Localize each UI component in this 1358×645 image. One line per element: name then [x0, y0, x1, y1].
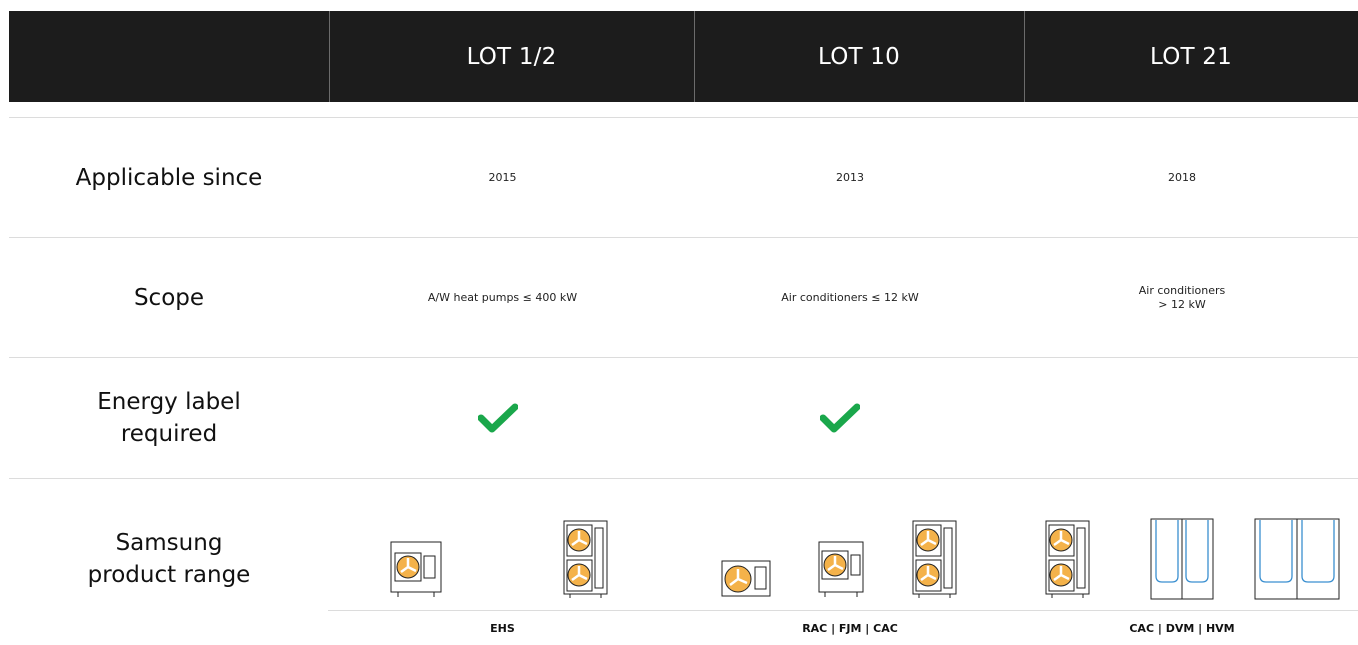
cell-text-line: > 12 kW [1158, 297, 1206, 311]
row-label-text: Samsung [115, 530, 223, 556]
row-label-text: Energy label [97, 389, 241, 415]
header-col-lot-10: LOT 10 [818, 43, 900, 70]
header-col-lot-21: LOT 21 [1150, 43, 1232, 70]
cell-text-line: Air conditioners [1138, 283, 1226, 297]
cell-text: 2015 [488, 170, 517, 184]
category-label-cac-dvm-hvm: CAC | DVM | HVM [1129, 621, 1235, 635]
table-header: LOT 1/2 LOT 10 LOT 21 [9, 11, 1358, 102]
cell-lot-10-scope: Air conditioners ≤ 12 kW [685, 238, 1015, 357]
category-label-rac-fjm-cac: RAC | FJM | CAC [802, 621, 898, 635]
outdoor-unit-tall-icon [563, 520, 608, 598]
outdoor-unit-small-icon [390, 541, 442, 597]
hvm-unit-icon [1254, 518, 1340, 600]
category-separator [328, 610, 1358, 611]
header-divider [1024, 11, 1025, 102]
category-label-ehs: EHS [490, 621, 515, 635]
row-label-text: Applicable since [75, 164, 263, 191]
row-label-text: product range [87, 562, 251, 588]
cell-text: 2018 [1168, 170, 1196, 184]
dvm-unit-icon [1150, 518, 1214, 600]
outdoor-unit-wide-icon [721, 560, 771, 597]
header-col-lot-1-2: LOT 1/2 [466, 43, 557, 70]
row-label-energy-label: Energy label required [9, 358, 329, 478]
check-icon [820, 403, 860, 433]
cell-lot-21-scope: Air conditioners > 12 kW [1015, 238, 1349, 357]
cell-text: Air conditioners ≤ 12 kW [781, 290, 919, 304]
row-label-scope: Scope [9, 238, 329, 357]
cell-lot-1-2-applicable: 2015 [320, 118, 685, 237]
cell-text: A/W heat pumps ≤ 400 kW [427, 290, 578, 304]
outdoor-unit-tall-icon [912, 520, 957, 598]
cell-lot-21-applicable: 2018 [1015, 118, 1349, 237]
header-divider [694, 11, 695, 102]
outdoor-unit-medium-icon [818, 541, 864, 597]
outdoor-unit-tall-icon [1045, 520, 1090, 598]
row-label-text: Scope [133, 284, 205, 311]
row-label-text: required [120, 421, 218, 447]
row-label-product-range: Samsung product range [9, 479, 329, 639]
cell-text: 2013 [836, 170, 864, 184]
header-divider [329, 11, 330, 102]
row-label-applicable-since: Applicable since [9, 118, 329, 237]
check-icon [478, 403, 518, 433]
cell-lot-1-2-scope: A/W heat pumps ≤ 400 kW [320, 238, 685, 357]
cell-lot-10-applicable: 2013 [685, 118, 1015, 237]
